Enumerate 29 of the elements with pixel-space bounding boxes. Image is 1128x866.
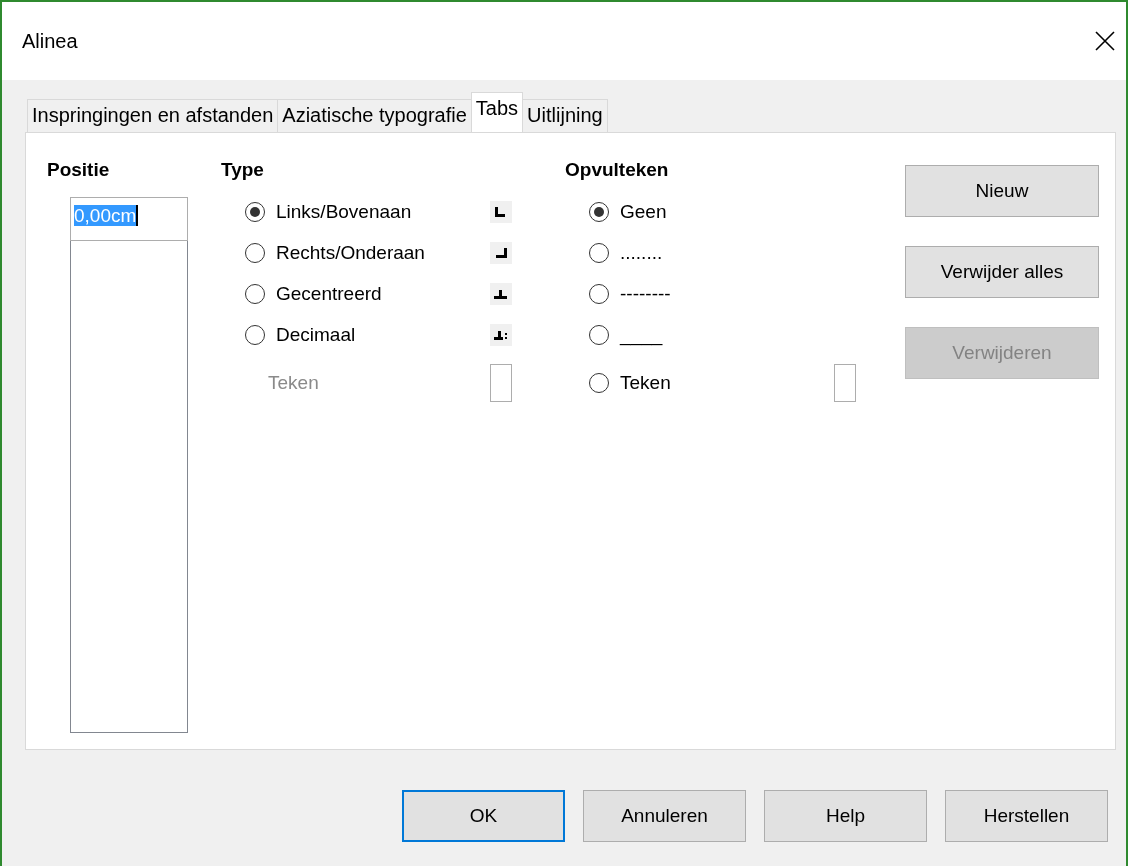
tab[interactable]: Uitlijning (522, 99, 608, 132)
tab[interactable]: Tabs (470, 92, 524, 132)
radio-option[interactable]: ____ (589, 323, 663, 346)
character-field (490, 363, 512, 402)
action-button[interactable]: Verwijder alles (905, 246, 1099, 298)
section-label: Positie (47, 159, 111, 181)
radio-option[interactable]: Gecentreerd (245, 282, 382, 305)
dialog-button[interactable]: Annuleren (583, 790, 746, 842)
radio-option[interactable]: Decimaal (245, 323, 356, 346)
tab-stop-icon (490, 200, 512, 223)
action-button[interactable]: Nieuw (905, 165, 1099, 217)
radio-option[interactable]: Geen (589, 200, 667, 223)
radio-option[interactable]: Rechts/Onderaan (245, 241, 425, 264)
radio-option[interactable]: Teken (589, 371, 671, 394)
dialog-button[interactable]: Herstellen (945, 790, 1108, 842)
window-title: Alinea (22, 29, 78, 53)
tab-stop-icon (490, 323, 512, 346)
tab-stop-icon (490, 241, 512, 264)
tab-stop-icon (490, 282, 512, 305)
dialog-button[interactable]: Help (764, 790, 927, 842)
radio-option[interactable]: -------- (589, 282, 671, 305)
radio-option[interactable]: Links/Bovenaan (245, 200, 412, 223)
field-label: Teken (268, 371, 319, 394)
character-field[interactable] (834, 363, 856, 402)
section-label: Type (221, 159, 265, 181)
tab[interactable]: Inspringingen en afstanden (27, 99, 279, 132)
radio-option[interactable]: ........ (589, 241, 663, 264)
section-label: Opvulteken (565, 159, 670, 181)
dialog-button[interactable]: OK (402, 790, 565, 842)
